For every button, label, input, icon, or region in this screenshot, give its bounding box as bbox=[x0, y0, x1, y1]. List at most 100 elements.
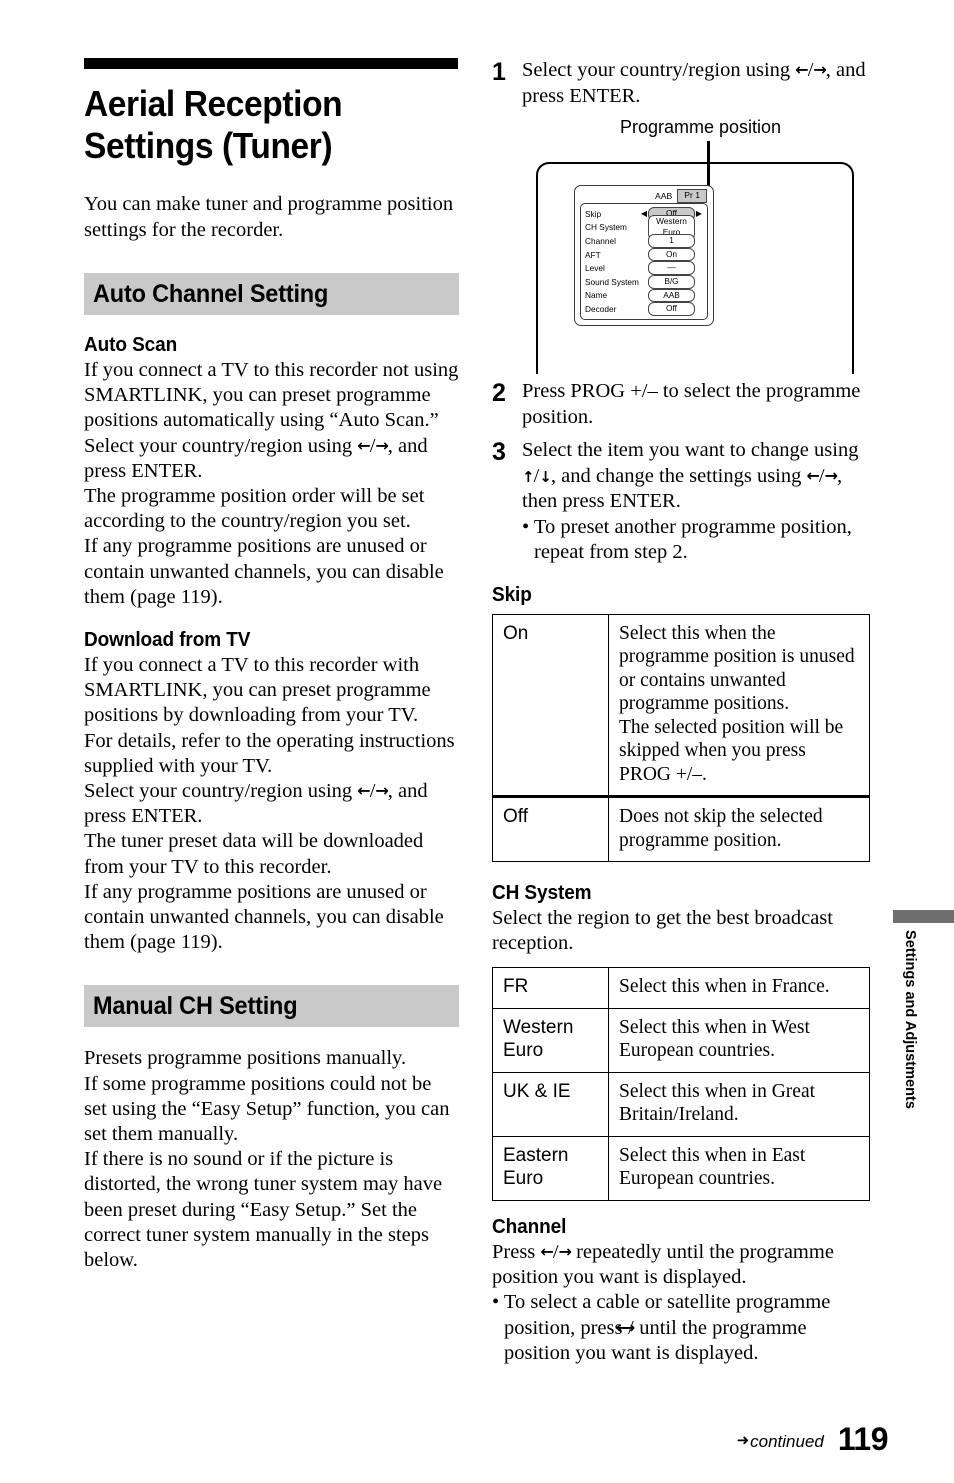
osd-settings-list: Skip ◀ Off ▶ CH System Western Euro Chan… bbox=[580, 203, 708, 320]
step-1: 1 Select your country/region using ←/→, … bbox=[492, 58, 870, 109]
osd-label-sound-system: Sound System bbox=[585, 276, 639, 287]
osd-arrow-left-icon[interactable]: ◀ bbox=[640, 209, 648, 218]
table-row: UK & IE Select this when in Great Britai… bbox=[492, 1071, 870, 1137]
auto-scan-paragraph-4: If any programme positions are unused or… bbox=[84, 535, 444, 608]
tv-screen-diagram: Programme position AAB Pr 1 Skip ◀ Off ▶ bbox=[492, 117, 870, 379]
step-3-a: Select the item you want to change using bbox=[522, 439, 859, 461]
osd-value-name[interactable]: AAB bbox=[648, 288, 695, 303]
arrow-left-icon: ← bbox=[357, 435, 370, 455]
osd-panel: AAB Pr 1 Skip ◀ Off ▶ CH System Western … bbox=[574, 185, 714, 326]
osd-value-level[interactable]: — bbox=[648, 261, 695, 275]
arrow-left-icon: ← bbox=[540, 1241, 553, 1261]
step-2-text: Press PROG +/– to select the programme p… bbox=[522, 380, 861, 428]
arrow-left-icon: ← bbox=[357, 781, 370, 801]
page-title: Aerial Reception Settings (Tuner) bbox=[84, 83, 343, 166]
osd-label-level: Level bbox=[585, 263, 605, 274]
manual-ch-paragraph-2: If some programme positions could not be… bbox=[84, 1072, 450, 1146]
auto-scan-p2-pre: Select your country/region using bbox=[84, 434, 358, 457]
callout-label-programme-position: Programme position bbox=[620, 117, 782, 137]
step-2: 2 Press PROG +/– to select the programme… bbox=[492, 379, 870, 430]
osd-label-ch-system: CH System bbox=[585, 222, 627, 233]
osd-value-aft[interactable]: On bbox=[648, 247, 695, 262]
arrow-right-icon: → bbox=[375, 435, 388, 455]
section-band-manual-ch: Manual CH Setting bbox=[84, 985, 459, 1028]
manual-ch-paragraph-3: If there is no sound or if the picture i… bbox=[84, 1148, 443, 1272]
table-row: On Select this when the programme positi… bbox=[492, 613, 870, 797]
osd-value-channel[interactable]: 1 bbox=[648, 234, 695, 248]
section-heading-auto-channel: Auto Channel Setting bbox=[93, 279, 329, 308]
ch-system-key-western-euro: Western Euro bbox=[492, 1007, 609, 1073]
table-row: FR Select this when in France. bbox=[492, 967, 870, 1009]
step-1-pre: Select your country/region using bbox=[522, 59, 796, 81]
osd-label-channel: Channel bbox=[585, 235, 616, 246]
download-tv-paragraph-2: For details, refer to the operating inst… bbox=[84, 729, 455, 777]
title-rule bbox=[84, 58, 458, 69]
ch-system-table: FR Select this when in France. Western E… bbox=[492, 967, 870, 1201]
continued-arrow-icon: ➜ bbox=[736, 1431, 750, 1449]
auto-scan-paragraph-1: If you connect a TV to this recorder not… bbox=[84, 359, 459, 432]
continued-label: continued bbox=[750, 1432, 824, 1451]
skip-table: On Select this when the programme positi… bbox=[492, 613, 870, 862]
page-footer: ➜ continued 119 bbox=[492, 1418, 889, 1457]
right-column: 1 Select your country/region using ←/→, … bbox=[492, 58, 870, 1366]
osd-value-sound-system[interactable]: B/G bbox=[648, 275, 695, 289]
ch-system-value-fr: Select this when in France. bbox=[608, 967, 870, 1009]
osd-row-ch-system[interactable]: CH System Western Euro bbox=[585, 214, 703, 240]
subheading-channel: Channel bbox=[492, 1215, 567, 1238]
download-tv-paragraph-3: Select your country/region using ←/→, an… bbox=[84, 779, 459, 829]
section-band-auto-channel: Auto Channel Setting bbox=[84, 273, 459, 315]
download-tv-p3-pre: Select your country/region using bbox=[84, 780, 358, 803]
auto-scan-paragraph-2: Select your country/region using ←/→, an… bbox=[84, 434, 459, 484]
step-3: 3 Select the item you want to change usi… bbox=[492, 438, 870, 566]
side-tab-bar bbox=[893, 910, 954, 923]
step-3-number: 3 bbox=[492, 438, 506, 466]
subheading-skip: Skip bbox=[492, 583, 532, 606]
side-tab-label: Settings and Adjustments bbox=[902, 930, 919, 1109]
table-row: Eastern Euro Select this when in East Eu… bbox=[492, 1135, 870, 1201]
osd-label-decoder: Decoder bbox=[585, 303, 617, 314]
arrow-down-icon: ↓ bbox=[539, 467, 552, 486]
skip-key-on: On bbox=[492, 613, 609, 797]
table-row: Western Euro Select this when in West Eu… bbox=[492, 1007, 870, 1073]
ch-system-value-uk-ie: Select this when in Great Britain/Irelan… bbox=[608, 1071, 870, 1137]
arrow-left-icon: ← bbox=[795, 60, 808, 79]
osd-row-sound-system[interactable]: Sound System B/G bbox=[585, 275, 703, 289]
arrow-right-icon: → bbox=[558, 1241, 572, 1261]
manual-ch-paragraph-1: Presets programme positions manually. bbox=[84, 1047, 407, 1070]
ch-system-value-western-euro: Select this when in West European countr… bbox=[608, 1007, 870, 1073]
step-3-text: Select the item you want to change using… bbox=[522, 438, 870, 566]
osd-pr-badge: Pr 1 bbox=[677, 189, 707, 203]
skip-value-on: Select this when the programme position … bbox=[608, 613, 870, 797]
subheading-download-from-tv: Download from TV bbox=[84, 629, 251, 652]
subheading-auto-scan: Auto Scan bbox=[84, 334, 178, 356]
osd-row-name[interactable]: Name AAB bbox=[585, 288, 703, 303]
arrow-up-icon: ↑ bbox=[522, 467, 535, 486]
osd-label-aft: AFT bbox=[585, 249, 601, 260]
page-number: 119 bbox=[837, 1421, 889, 1457]
step-3-bullet: • To preset another programme position, … bbox=[522, 515, 852, 564]
ch-system-key-eastern-euro: Eastern Euro bbox=[492, 1135, 609, 1201]
section-heading-manual-ch: Manual CH Setting bbox=[93, 991, 298, 1020]
channel-p1-pre: Press bbox=[492, 1240, 541, 1263]
osd-row-level[interactable]: Level — bbox=[585, 261, 703, 275]
download-tv-paragraph-1: If you connect a TV to this recorder wit… bbox=[84, 654, 431, 727]
osd-row-decoder[interactable]: Decoder Off bbox=[585, 302, 703, 316]
ch-system-key-uk-ie: UK & IE bbox=[492, 1071, 609, 1137]
step-1-text: Select your country/region using ←/→, an… bbox=[522, 58, 870, 109]
arrow-right-icon: → bbox=[824, 465, 838, 485]
ch-system-intro: Select the region to get the best broadc… bbox=[492, 907, 833, 955]
step-1-number: 1 bbox=[492, 58, 506, 86]
osd-arrow-right-icon[interactable]: ▶ bbox=[695, 209, 703, 218]
document-page: Aerial Reception Settings (Tuner) You ca… bbox=[0, 0, 954, 1483]
arrow-right-icon: → bbox=[813, 60, 826, 79]
osd-label-name: Name bbox=[585, 290, 608, 301]
osd-value-decoder[interactable]: Off bbox=[648, 302, 695, 316]
channel-bullet: • To select a cable or satellite program… bbox=[492, 1290, 870, 1366]
table-row: Off Does not skip the selected programme… bbox=[492, 795, 870, 862]
skip-value-off: Does not skip the selected programme pos… bbox=[608, 795, 870, 862]
osd-row-aft[interactable]: AFT On bbox=[585, 247, 703, 262]
osd-row-channel[interactable]: Channel 1 bbox=[585, 234, 703, 248]
arrow-right-icon: → bbox=[375, 781, 388, 801]
auto-scan-paragraph-3: The programme position order will be set… bbox=[84, 485, 425, 533]
